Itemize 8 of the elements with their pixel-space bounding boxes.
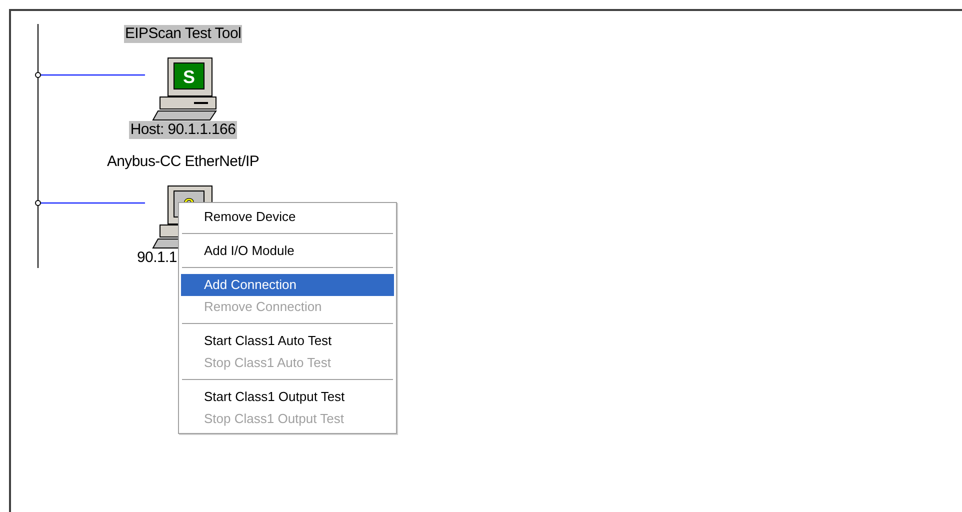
- menu-item[interactable]: Remove Device: [181, 206, 394, 228]
- node-name[interactable]: EIPScan Test Tool: [124, 25, 242, 43]
- menu-item[interactable]: Start Class1 Output Test: [181, 386, 394, 408]
- menu-item[interactable]: Add I/O Module: [181, 240, 394, 262]
- node-name[interactable]: Anybus-CC EtherNet/IP: [106, 153, 260, 171]
- menu-item[interactable]: Add Connection: [181, 274, 394, 296]
- menu-item[interactable]: Start Class1 Auto Test: [181, 330, 394, 352]
- node-address: 90.1.1: [136, 249, 178, 267]
